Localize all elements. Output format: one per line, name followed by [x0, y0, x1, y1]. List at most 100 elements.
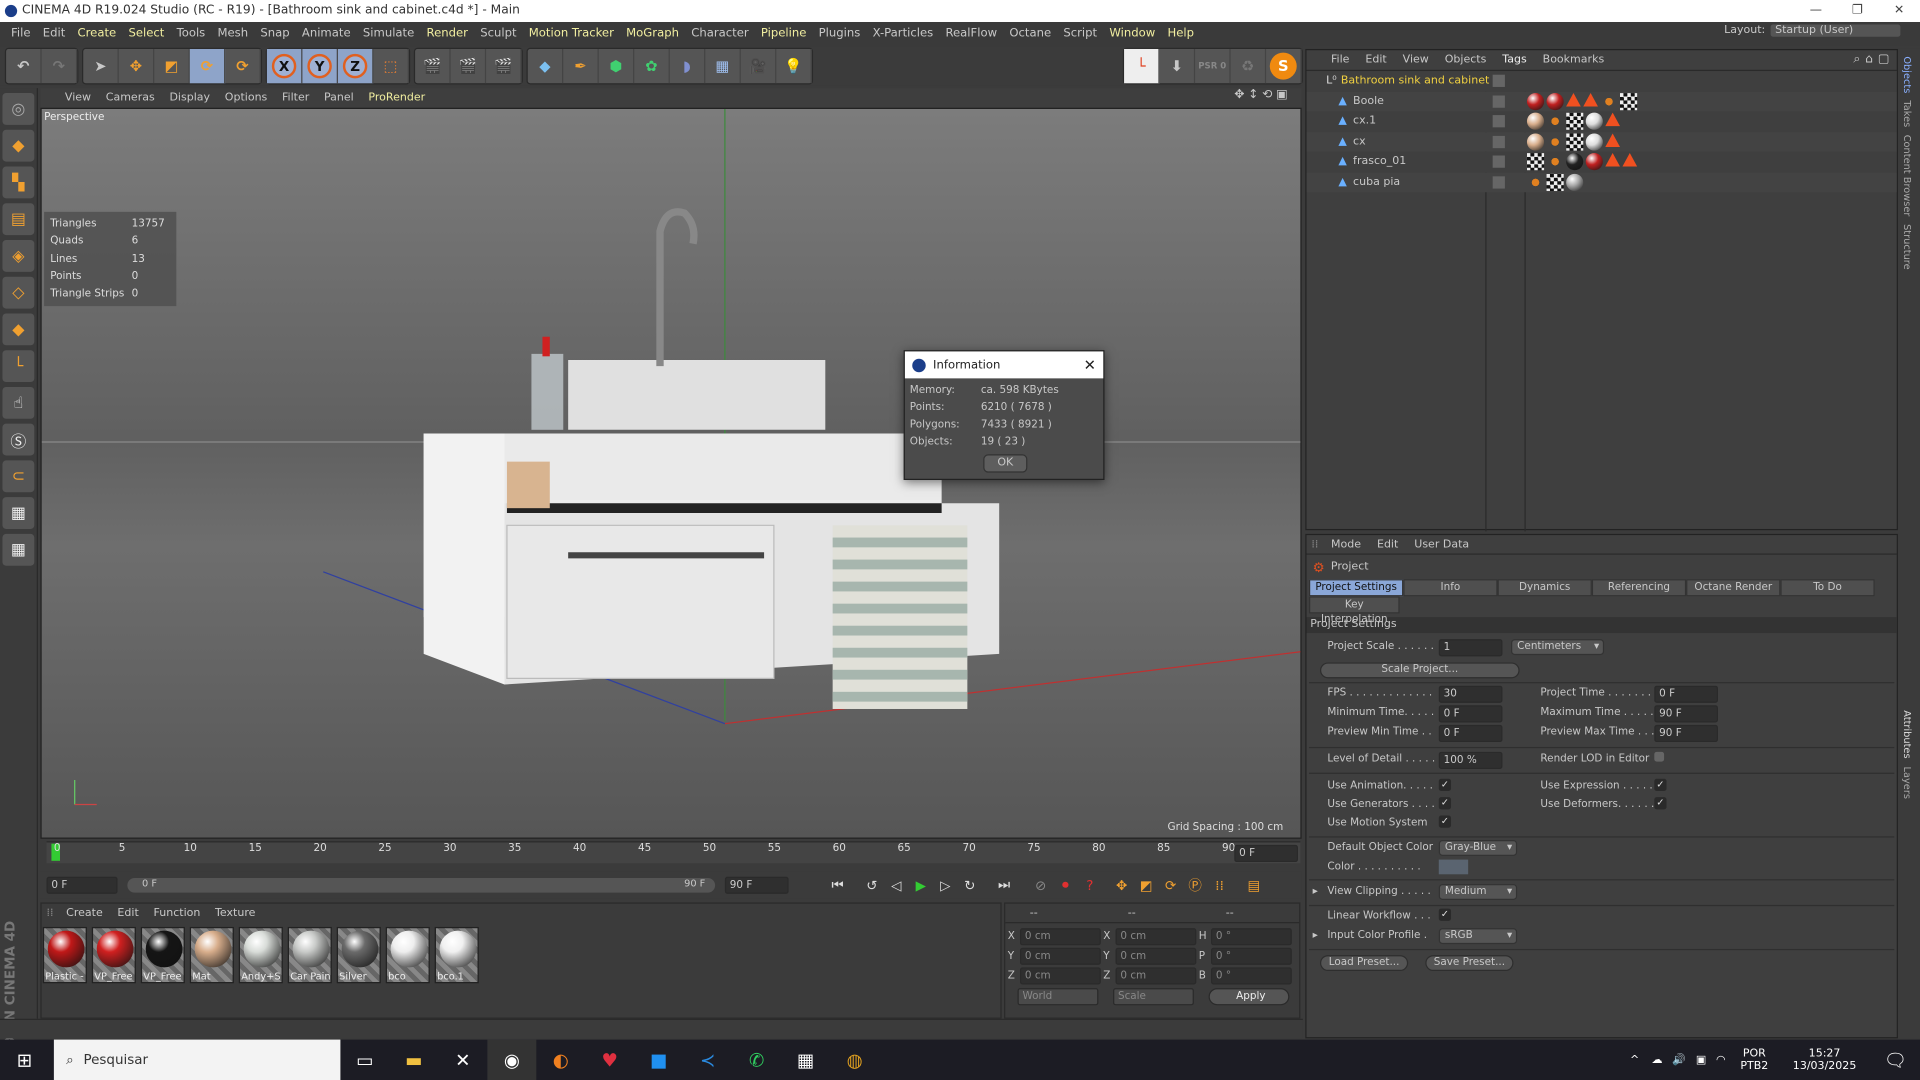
- size-mode-select[interactable]: Scale: [1113, 988, 1194, 1006]
- material-tag-icon[interactable]: [1605, 112, 1621, 127]
- object-menu-edit[interactable]: Edit: [1365, 54, 1386, 66]
- key-rotation-icon[interactable]: ⟳: [1158, 874, 1182, 896]
- tray-chevron-icon[interactable]: ^: [1630, 1054, 1639, 1066]
- menu-render[interactable]: Render: [427, 27, 468, 40]
- material-tag-icon[interactable]: [1566, 133, 1584, 151]
- attribute-panel-grip-icon[interactable]: ⁞⁞: [1311, 538, 1318, 550]
- object-name[interactable]: Bathroom sink and cabinet: [1341, 75, 1490, 87]
- material-tag-icon[interactable]: [1566, 112, 1584, 131]
- model-mode-icon[interactable]: ◆: [2, 129, 35, 162]
- menu-edit[interactable]: Edit: [43, 27, 66, 40]
- side-tab-structure[interactable]: Structure: [1902, 224, 1913, 270]
- menu-mograph[interactable]: MoGraph: [626, 27, 679, 40]
- use-motion-checkbox[interactable]: ✓: [1438, 815, 1452, 828]
- material-menu-create[interactable]: Create: [66, 907, 103, 919]
- current-frame-field[interactable]: 0 F: [1234, 844, 1298, 863]
- search-icon[interactable]: ⌕: [1853, 53, 1860, 66]
- object-name[interactable]: Boole: [1353, 95, 1384, 107]
- timeline-ruler[interactable]: 0 5 10 15 20 25 30 35 40 45 50 55 60 65 70 75 80 85 90: [46, 841, 1301, 864]
- render-picture-viewer-icon[interactable]: 🎬: [451, 48, 487, 84]
- go-to-start-icon[interactable]: ⏮: [825, 874, 849, 896]
- onedrive-icon[interactable]: ☁: [1651, 1054, 1662, 1066]
- coord-field[interactable]: 0 cm: [1115, 967, 1197, 985]
- menu-script[interactable]: Script: [1063, 27, 1097, 40]
- coord-field[interactable]: 0 cm: [1020, 947, 1101, 965]
- 3d-viewport[interactable]: Perspective Triangles 13757 Quads 6 Lines 13 P…: [40, 107, 1302, 839]
- material-tag-icon[interactable]: [1566, 92, 1581, 107]
- axis-mode-icon[interactable]: └: [2, 350, 35, 383]
- close-button[interactable]: ✕: [1878, 0, 1920, 22]
- next-frame-icon[interactable]: ▷: [933, 874, 957, 896]
- expand-arrow-icon[interactable]: ▸: [1313, 885, 1318, 897]
- tab-dynamics[interactable]: Dynamics: [1497, 579, 1592, 597]
- project-time-field[interactable]: 0 F: [1654, 685, 1718, 703]
- material-swatch[interactable]: Mat: [189, 926, 234, 984]
- recycle-icon[interactable]: ♻: [1231, 48, 1267, 84]
- chrome-icon[interactable]: ◍: [830, 1040, 879, 1080]
- dialog-close-icon[interactable]: ✕: [1084, 356, 1096, 373]
- tweak-mode-icon[interactable]: ☝: [2, 386, 35, 419]
- coord-field[interactable]: 0 cm: [1020, 928, 1101, 946]
- visibility-toggle-icon[interactable]: [1492, 135, 1505, 148]
- select-tool-icon[interactable]: ➤: [83, 48, 119, 84]
- new-view-icon[interactable]: ▢: [1878, 53, 1890, 66]
- material-tag-icon[interactable]: [1566, 173, 1584, 191]
- preview-min-field[interactable]: 0 F: [1438, 724, 1503, 743]
- menu-realflow[interactable]: RealFlow: [945, 27, 997, 40]
- object-name[interactable]: frasco_01: [1353, 156, 1406, 168]
- object-name[interactable]: cuba pia: [1353, 176, 1400, 188]
- maximize-button[interactable]: ❐: [1837, 0, 1879, 22]
- workplane-mode-icon[interactable]: ▤: [2, 203, 35, 236]
- menu-mesh[interactable]: Mesh: [217, 27, 248, 40]
- menu-character[interactable]: Character: [691, 27, 748, 40]
- next-key-icon[interactable]: ↻: [958, 874, 982, 896]
- material-tag-icon[interactable]: [1620, 92, 1638, 110]
- clock[interactable]: 15:27 13/03/2025: [1793, 1048, 1857, 1072]
- key-pla-icon[interactable]: ⁞⁞: [1207, 874, 1231, 896]
- material-tag-icon[interactable]: [1526, 133, 1545, 151]
- view-clipping-select[interactable]: Medium: [1438, 884, 1518, 901]
- viewport-menu-filter[interactable]: Filter: [282, 92, 309, 104]
- menu-x-particles[interactable]: X-Particles: [873, 27, 934, 40]
- layout-select[interactable]: Startup (User): [1770, 24, 1900, 37]
- tab-info[interactable]: Info: [1403, 579, 1498, 597]
- min-time-field[interactable]: 0 F: [1438, 705, 1503, 723]
- object-name[interactable]: cx.1: [1353, 115, 1376, 127]
- object-row[interactable]: ▲ cx.1: [1306, 111, 1897, 132]
- vscode-icon[interactable]: ≺: [683, 1040, 732, 1080]
- visibility-toggle-icon[interactable]: [1492, 155, 1505, 169]
- object-row[interactable]: ▲ frasco_01: [1306, 151, 1897, 173]
- color-swatch[interactable]: [1438, 859, 1469, 875]
- preview-max-field[interactable]: 90 F: [1654, 724, 1718, 743]
- menu-plugins[interactable]: Plugins: [819, 27, 861, 40]
- use-expression-checkbox[interactable]: ✓: [1654, 778, 1667, 792]
- visibility-toggle-icon[interactable]: [1492, 176, 1505, 189]
- material-panel-grip-icon[interactable]: ⁞⁞: [47, 907, 54, 919]
- material-tag-icon[interactable]: [1585, 133, 1603, 151]
- viewport-layout-icon[interactable]: ▣: [1276, 88, 1288, 101]
- motion-record-icon[interactable]: ⊘: [1029, 874, 1053, 896]
- tab-octane-render[interactable]: Octane Render: [1686, 579, 1781, 597]
- y-axis-lock-button[interactable]: Y: [302, 48, 338, 84]
- material-menu-edit[interactable]: Edit: [117, 907, 138, 919]
- redo-button[interactable]: ↷: [42, 48, 78, 84]
- minimize-button[interactable]: —: [1795, 0, 1837, 22]
- material-tag-icon[interactable]: [1585, 112, 1603, 131]
- end-frame-field[interactable]: 90 F: [724, 876, 789, 894]
- calculator-icon[interactable]: ▦: [781, 1040, 830, 1080]
- task-view-icon[interactable]: ▭: [340, 1040, 389, 1080]
- object-menu-file[interactable]: File: [1331, 54, 1349, 66]
- menu-file[interactable]: File: [11, 27, 30, 40]
- side-tab-objects[interactable]: Objects: [1902, 56, 1913, 93]
- scale-tool-icon[interactable]: ◩: [154, 48, 190, 84]
- material-tag-icon[interactable]: [1546, 173, 1564, 191]
- floor-icon[interactable]: ▦: [705, 48, 741, 84]
- material-tag-icon[interactable]: [1605, 153, 1621, 167]
- cinema4d-taskbar-icon[interactable]: ◉: [487, 1039, 537, 1080]
- snap-icon[interactable]: Ⓢ: [2, 423, 35, 456]
- wifi-icon[interactable]: ◠: [1716, 1054, 1726, 1066]
- pen-spline-icon[interactable]: ✒: [563, 48, 599, 84]
- visibility-toggle-icon[interactable]: [1492, 95, 1505, 108]
- linear-workflow-checkbox[interactable]: ✓: [1438, 908, 1452, 921]
- drop-to-floor-icon[interactable]: ⬇: [1160, 48, 1196, 84]
